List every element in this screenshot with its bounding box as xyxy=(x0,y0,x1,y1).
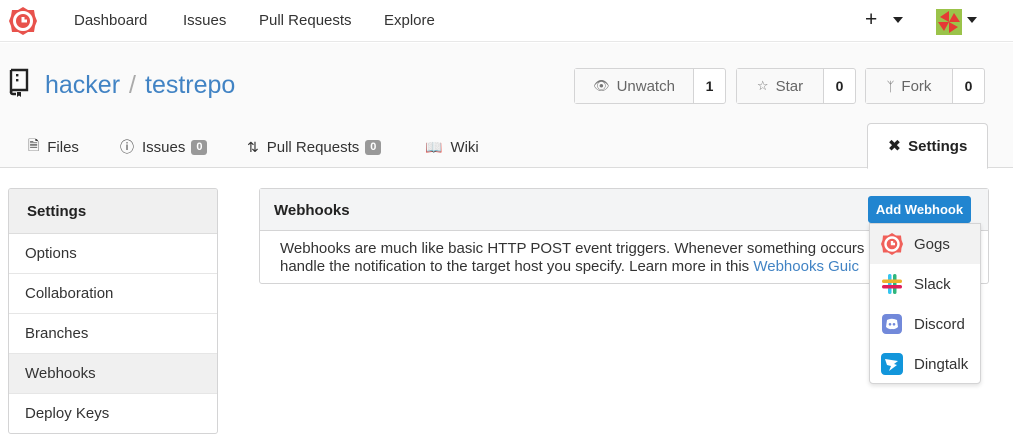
tab-issues-label: Issues xyxy=(142,138,186,156)
dropdown-label-discord: Discord xyxy=(914,315,965,333)
webhooks-desc-line1: Webhooks are much like basic HTTP POST e… xyxy=(280,240,872,257)
settings-sidebar-menu: Settings Options Collaboration Branches … xyxy=(8,188,218,434)
sidebar-item-webhooks[interactable]: Webhooks xyxy=(9,354,217,394)
watch-count[interactable]: 1 xyxy=(694,69,725,103)
nav-explore[interactable]: Explore xyxy=(384,12,435,29)
tab-wiki-label: Wiki xyxy=(450,138,479,156)
pulls-count-badge: 0 xyxy=(365,139,382,155)
git-pull-request-icon: ⇅ xyxy=(247,138,259,155)
issue-opened-icon: ⓘ xyxy=(120,139,134,155)
sidebar-item-options[interactable]: Options xyxy=(9,234,217,274)
tab-wiki[interactable]: 📖 Wiki xyxy=(425,137,479,157)
sidebar-item-branches[interactable]: Branches xyxy=(9,314,217,354)
watch-button-group: 👁 Unwatch 1 xyxy=(574,68,726,104)
dropdown-item-discord[interactable]: Discord xyxy=(870,304,980,344)
dropdown-label-gogs: Gogs xyxy=(914,235,950,253)
user-avatar[interactable] xyxy=(936,9,962,35)
chevron-down-icon[interactable] xyxy=(893,17,903,23)
settings-menu-header: Settings xyxy=(9,189,217,234)
webhooks-desc-line2: handle the notification to the target ho… xyxy=(280,258,754,275)
tab-pull-requests[interactable]: ⇅ Pull Requests 0 xyxy=(247,137,382,157)
add-webhook-dropdown-menu: Gogs Slack Discord Dingtalk xyxy=(869,223,981,384)
tools-icon: ✖ xyxy=(887,138,902,155)
fork-button[interactable]: ᛉ Fork xyxy=(866,69,953,103)
gogs-icon xyxy=(881,233,903,255)
fork-button-group: ᛉ Fork 0 xyxy=(865,68,985,104)
fork-count[interactable]: 0 xyxy=(953,69,984,103)
tab-settings[interactable]: ✖ Settings xyxy=(867,123,988,169)
book-icon: 📖 xyxy=(425,138,443,155)
tab-issues[interactable]: ⓘ Issues 0 xyxy=(120,137,208,157)
webhooks-guide-link[interactable]: Webhooks Guic xyxy=(753,258,859,275)
unwatch-button[interactable]: 👁 Unwatch xyxy=(575,69,694,103)
dropdown-item-gogs[interactable]: Gogs xyxy=(870,224,980,264)
star-button[interactable]: ☆ Star xyxy=(737,69,824,103)
slack-icon xyxy=(882,274,902,294)
repo-name-link[interactable]: testrepo xyxy=(145,71,235,99)
fork-icon: ᛉ xyxy=(886,78,895,94)
top-navbar: Dashboard Issues Pull Requests Explore + xyxy=(0,0,1013,42)
sidebar-item-collaboration[interactable]: Collaboration xyxy=(9,274,217,314)
eye-icon: 👁 xyxy=(593,78,610,93)
repo-book-icon xyxy=(9,68,29,97)
repo-owner-link[interactable]: hacker xyxy=(45,71,120,99)
repo-separator: / xyxy=(129,71,136,99)
repo-header: hacker / testrepo 👁 Unwatch 1 ☆ Star 0 ᛉ F… xyxy=(0,43,1013,169)
dropdown-label-slack: Slack xyxy=(914,275,951,293)
dropdown-item-dingtalk[interactable]: Dingtalk xyxy=(870,344,980,384)
nav-pull-requests[interactable]: Pull Requests xyxy=(259,12,352,29)
sidebar-item-deploy-keys[interactable]: Deploy Keys xyxy=(9,394,217,433)
webhooks-description: Webhooks are much like basic HTTP POST e… xyxy=(260,231,960,276)
nav-issues[interactable]: Issues xyxy=(183,12,226,29)
star-label: Star xyxy=(775,77,804,95)
star-icon: ☆ xyxy=(756,78,769,93)
dropdown-label-dingtalk: Dingtalk xyxy=(914,355,969,373)
fork-label: Fork xyxy=(901,77,932,95)
chevron-down-icon[interactable] xyxy=(967,17,977,23)
unwatch-label: Unwatch xyxy=(616,77,675,95)
tab-files[interactable]: 🗎 Files xyxy=(28,137,79,157)
repo-title: hacker / testrepo xyxy=(45,70,235,100)
file-icon: 🗎 xyxy=(28,137,40,153)
tab-pulls-label: Pull Requests xyxy=(266,138,360,156)
tab-settings-label: Settings xyxy=(908,137,968,155)
gogs-logo-icon[interactable] xyxy=(8,6,38,36)
issues-count-badge: 0 xyxy=(191,139,208,155)
dingtalk-icon xyxy=(881,353,903,375)
star-count[interactable]: 0 xyxy=(824,69,855,103)
dropdown-item-slack[interactable]: Slack xyxy=(870,264,980,304)
add-webhook-button[interactable]: Add Webhook xyxy=(868,196,971,223)
create-new-button[interactable]: + xyxy=(865,9,877,31)
discord-icon xyxy=(882,314,902,334)
tab-files-label: Files xyxy=(47,138,79,156)
nav-dashboard[interactable]: Dashboard xyxy=(74,12,147,29)
star-button-group: ☆ Star 0 xyxy=(736,68,856,104)
